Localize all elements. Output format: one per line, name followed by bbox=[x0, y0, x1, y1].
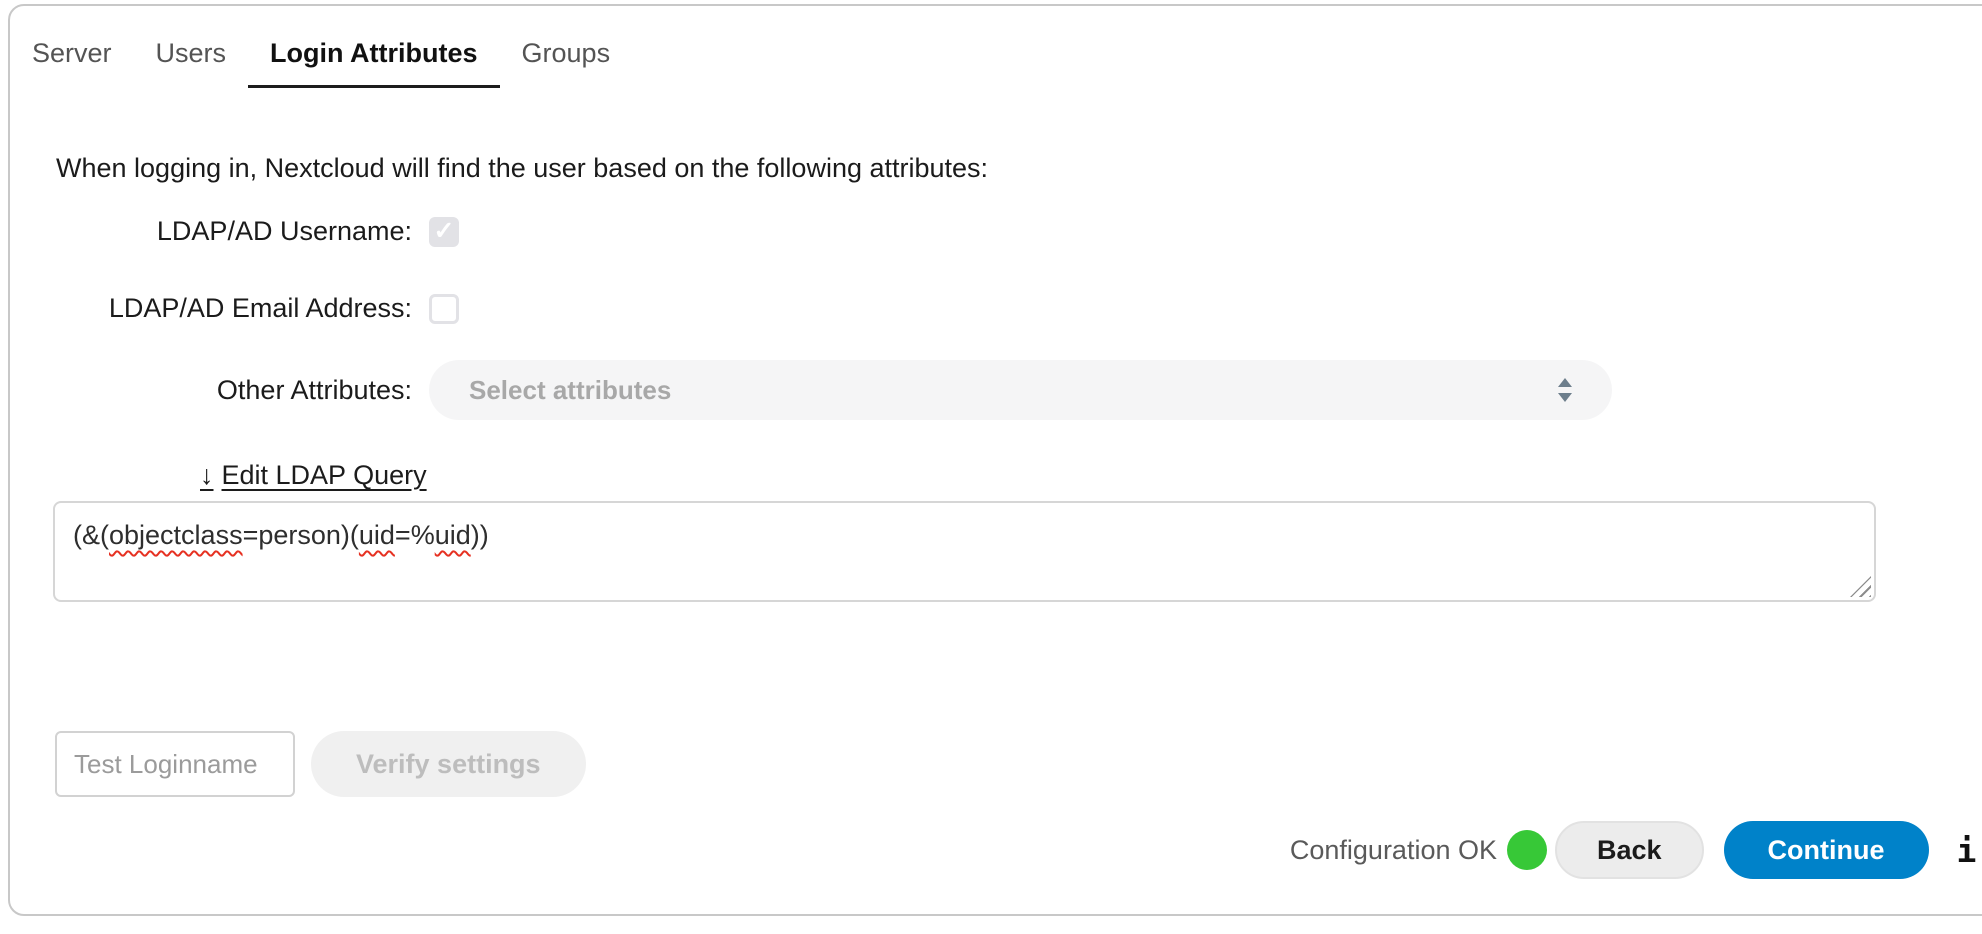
query-segment: =% bbox=[395, 520, 435, 550]
edit-query-row: ↓ Edit LDAP Query bbox=[200, 460, 1982, 491]
query-segment-misspelled: objectclass bbox=[109, 520, 243, 550]
wizard-footer: Configuration OK Back Continue i Help bbox=[10, 821, 1982, 879]
back-button[interactable]: Back bbox=[1555, 821, 1704, 879]
wizard-tabs: Server Users Login Attributes Groups bbox=[10, 6, 1982, 88]
tab-groups[interactable]: Groups bbox=[500, 32, 633, 88]
login-attributes-form: LDAP/AD Username: ✓ LDAP/AD Email Addres… bbox=[10, 216, 1982, 420]
email-label: LDAP/AD Email Address: bbox=[10, 293, 412, 324]
edit-ldap-query-link[interactable]: ↓ Edit LDAP Query bbox=[200, 460, 427, 491]
ldap-wizard-card: Server Users Login Attributes Groups Whe… bbox=[8, 4, 1982, 916]
select-placeholder: Select attributes bbox=[469, 375, 671, 406]
test-loginname-input[interactable] bbox=[55, 731, 295, 797]
username-row: LDAP/AD Username: ✓ bbox=[10, 216, 1982, 247]
tab-users[interactable]: Users bbox=[134, 32, 249, 88]
checkmark-icon: ✓ bbox=[434, 219, 455, 244]
tab-server[interactable]: Server bbox=[10, 32, 134, 88]
query-segment: (&( bbox=[73, 520, 109, 550]
status-ok-dot-icon bbox=[1507, 830, 1547, 870]
test-login-row: Verify settings bbox=[55, 731, 1982, 797]
other-attributes-label: Other Attributes: bbox=[10, 375, 412, 406]
continue-button[interactable]: Continue bbox=[1724, 821, 1929, 879]
configuration-status-text: Configuration OK bbox=[1290, 835, 1497, 866]
ldap-query-textarea[interactable]: (&(objectclass=person)(uid=%uid)) bbox=[53, 501, 1876, 602]
other-attributes-select[interactable]: Select attributes bbox=[429, 360, 1612, 420]
help-link[interactable]: i Help bbox=[1957, 831, 1982, 870]
email-checkbox[interactable] bbox=[429, 294, 459, 324]
tab-login-attributes[interactable]: Login Attributes bbox=[248, 32, 499, 88]
query-segment-misspelled: uid bbox=[435, 520, 471, 550]
verify-settings-button[interactable]: Verify settings bbox=[311, 731, 586, 797]
edit-ldap-query-label: Edit LDAP Query bbox=[222, 460, 427, 490]
username-checkbox[interactable]: ✓ bbox=[429, 217, 459, 247]
sort-icon bbox=[1556, 377, 1574, 403]
other-attributes-row: Other Attributes: Select attributes bbox=[10, 360, 1982, 420]
username-label: LDAP/AD Username: bbox=[10, 216, 412, 247]
query-segment: =person)( bbox=[243, 520, 359, 550]
email-row: LDAP/AD Email Address: bbox=[10, 293, 1982, 324]
info-icon: i bbox=[1957, 831, 1977, 870]
query-segment-misspelled: uid bbox=[359, 520, 395, 550]
intro-text: When logging in, Nextcloud will find the… bbox=[56, 152, 1982, 184]
down-arrow-icon: ↓ bbox=[200, 460, 214, 490]
query-segment: )) bbox=[471, 520, 489, 550]
resize-handle-icon[interactable] bbox=[1850, 576, 1871, 597]
